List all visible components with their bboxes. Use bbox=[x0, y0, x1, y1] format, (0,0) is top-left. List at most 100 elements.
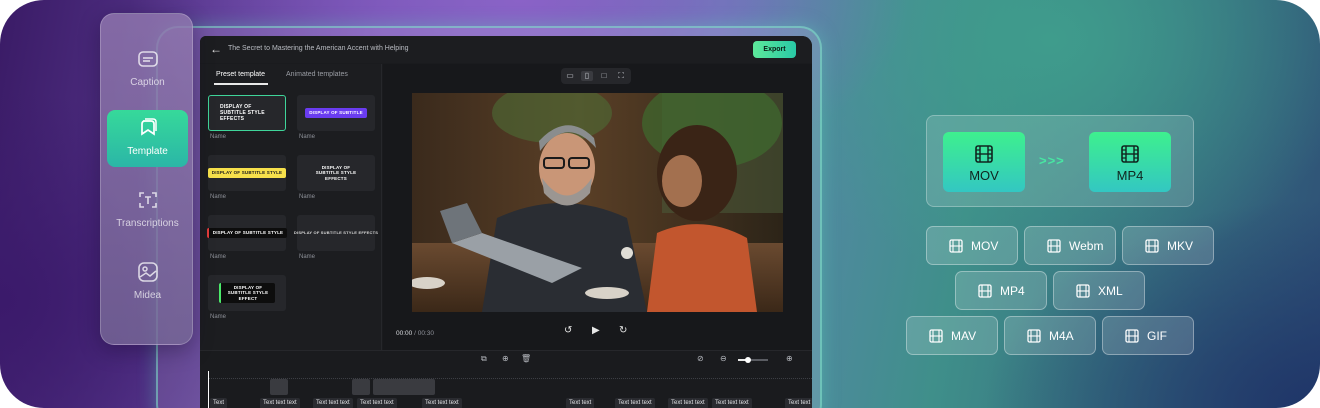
tab-preset-template[interactable]: Preset template bbox=[216, 71, 265, 78]
film-icon bbox=[1027, 329, 1041, 343]
caption-chip[interactable]: Text text text bbox=[668, 398, 708, 408]
target-format-card[interactable]: MP4 bbox=[1089, 132, 1171, 192]
playback-time: 00:00 / 00:30 bbox=[396, 330, 434, 337]
template-name: Name bbox=[210, 134, 227, 140]
format-option-mp4[interactable]: MP4 bbox=[955, 271, 1047, 310]
media-icon bbox=[138, 262, 158, 282]
format-label: Webm bbox=[1069, 239, 1104, 253]
video-editor-window: ← The Secret to Mastering the American A… bbox=[200, 36, 812, 408]
template-card[interactable]: DISPLAY OF SUBTITLE STYLE bbox=[207, 155, 287, 191]
caption-chip[interactable]: Text text bbox=[785, 398, 812, 408]
film-icon bbox=[1076, 284, 1090, 298]
template-name: Name bbox=[299, 254, 316, 260]
template-icon bbox=[141, 118, 157, 136]
format-option-xml[interactable]: XML bbox=[1053, 271, 1145, 310]
video-clip-track[interactable] bbox=[373, 379, 435, 395]
format-option-mav[interactable]: MAV bbox=[906, 316, 998, 355]
format-option-gif[interactable]: GIF bbox=[1102, 316, 1194, 355]
caption-chip[interactable]: Text text text bbox=[422, 398, 462, 408]
landscape-ratio-icon[interactable]: ▭ bbox=[564, 71, 576, 81]
video-clip-thumbnail[interactable] bbox=[352, 379, 370, 395]
total-time: / 00:30 bbox=[414, 330, 434, 337]
square-ratio-icon[interactable]: □ bbox=[598, 71, 610, 81]
sidebar-item-transcriptions[interactable]: Transcriptions bbox=[107, 182, 188, 239]
video-clip-thumbnail[interactable] bbox=[270, 379, 288, 395]
portrait-ratio-icon[interactable]: ▯ bbox=[581, 71, 593, 81]
template-card[interactable]: DISPLAY OF SUBTITLE STYLE EFFECT bbox=[208, 275, 286, 311]
template-panel: Preset template Animated templates DISPL… bbox=[200, 64, 382, 350]
target-format-label: MP4 bbox=[1116, 168, 1144, 183]
caption-chip[interactable]: Text text bbox=[566, 398, 595, 408]
format-label: MAV bbox=[951, 329, 977, 343]
film-icon bbox=[975, 145, 993, 163]
template-preview-text: DISPLAY OF SUBTITLE STYLE EFFECT bbox=[219, 282, 275, 304]
film-icon bbox=[978, 284, 992, 298]
template-preview-text: DISPLAY OF SUBTITLE STYLE EFFECTS bbox=[315, 164, 357, 181]
duplicate-icon[interactable]: ⊕ bbox=[502, 354, 509, 363]
template-card[interactable]: DISPLAY OF SUBTITLE STYLE EFFECTS bbox=[297, 155, 375, 191]
template-name: Name bbox=[210, 314, 227, 320]
template-preview-text: DISPLAY OF SUBTITLE STYLE EFFECTS bbox=[293, 229, 379, 235]
caption-chip[interactable]: Text text text bbox=[712, 398, 752, 408]
forward-icon[interactable]: ↻ bbox=[619, 325, 627, 336]
template-card[interactable]: DISPLAY OF SUBTITLE bbox=[297, 95, 375, 131]
source-format-card[interactable]: MOV bbox=[943, 132, 1025, 192]
format-option-mov[interactable]: MOV bbox=[926, 226, 1018, 265]
timeline: ⧉ ⊕ 🗑 ⊘ ⊖ ⊕ Text Text text text Text tex… bbox=[200, 350, 812, 408]
format-label: MKV bbox=[1167, 239, 1194, 253]
zoom-slider-handle[interactable] bbox=[745, 357, 751, 363]
playhead[interactable] bbox=[208, 371, 209, 408]
sidebar-item-caption[interactable]: Caption bbox=[107, 41, 188, 98]
film-icon bbox=[949, 239, 963, 253]
format-label: GIF bbox=[1147, 329, 1167, 343]
caption-chip[interactable]: Text text text bbox=[260, 398, 300, 408]
sidebar-item-label: Caption bbox=[130, 77, 165, 88]
split-icon[interactable]: ⧉ bbox=[481, 354, 487, 364]
hero-banner: ← The Secret to Mastering the American A… bbox=[0, 0, 1320, 408]
template-name: Name bbox=[299, 194, 316, 200]
fullscreen-icon[interactable]: ⛶ bbox=[615, 71, 627, 81]
feature-sidebar: Caption Template Transcriptions Midea bbox=[100, 13, 193, 345]
film-icon bbox=[1145, 239, 1159, 253]
template-preview-text: DISPLAY OF SUBTITLE STYLE bbox=[207, 168, 287, 178]
export-button[interactable]: Export bbox=[753, 41, 796, 58]
editor-topbar: ← The Secret to Mastering the American A… bbox=[200, 36, 812, 63]
format-option-mkv[interactable]: MKV bbox=[1122, 226, 1214, 265]
format-label: XML bbox=[1098, 284, 1123, 298]
sidebar-item-label: Template bbox=[127, 146, 168, 157]
timeline-ruler bbox=[208, 371, 812, 379]
play-icon[interactable]: ▶ bbox=[592, 325, 600, 336]
zoom-in-icon[interactable]: ⊕ bbox=[786, 354, 793, 363]
active-tab-indicator bbox=[214, 83, 268, 85]
video-preview[interactable] bbox=[412, 93, 783, 312]
convert-arrow-icon: >>> bbox=[1039, 153, 1065, 168]
template-preview-text: DISPLAY OF SUBTITLE bbox=[305, 108, 367, 118]
format-label: M4A bbox=[1049, 329, 1074, 343]
sidebar-item-template[interactable]: Template bbox=[107, 110, 188, 167]
template-preview-text: DISPLAY OF SUBTITLE STYLE bbox=[206, 228, 288, 238]
sidebar-item-media[interactable]: Midea bbox=[107, 254, 188, 311]
template-name: Name bbox=[210, 194, 227, 200]
film-icon bbox=[1047, 239, 1061, 253]
tab-animated-templates[interactable]: Animated templates bbox=[286, 71, 348, 78]
back-arrow-icon[interactable]: ← bbox=[210, 42, 222, 56]
template-card[interactable]: DISPLAY OF SUBTITLE STYLE bbox=[206, 215, 288, 251]
format-option-m4a[interactable]: M4A bbox=[1004, 316, 1096, 355]
current-time: 00:00 bbox=[396, 330, 413, 337]
format-label: MOV bbox=[971, 239, 999, 253]
rewind-icon[interactable]: ↺ bbox=[564, 325, 572, 336]
template-preview-text: DISPLAY OF SUBTITLE STYLE EFFECTS bbox=[220, 104, 265, 122]
caption-chip[interactable]: Text text text bbox=[313, 398, 353, 408]
caption-chip[interactable]: Text text text bbox=[357, 398, 397, 408]
delete-icon[interactable]: 🗑 bbox=[521, 354, 531, 363]
caption-chip[interactable]: Text bbox=[210, 398, 228, 408]
caption-chip[interactable]: Text text text bbox=[615, 398, 655, 408]
aspect-ratio-toggles: ▭ ▯ □ ⛶ bbox=[561, 68, 631, 84]
template-card[interactable]: DISPLAY OF SUBTITLE STYLE EFFECTS bbox=[208, 95, 286, 131]
zoom-out-icon[interactable]: ⊖ bbox=[720, 354, 727, 363]
sidebar-item-label: Midea bbox=[133, 290, 162, 301]
mute-icon[interactable]: ⊘ bbox=[697, 354, 704, 363]
format-option-webm[interactable]: Webm bbox=[1024, 226, 1116, 265]
template-card[interactable]: DISPLAY OF SUBTITLE STYLE EFFECTS bbox=[294, 215, 378, 251]
template-name: Name bbox=[210, 254, 227, 260]
